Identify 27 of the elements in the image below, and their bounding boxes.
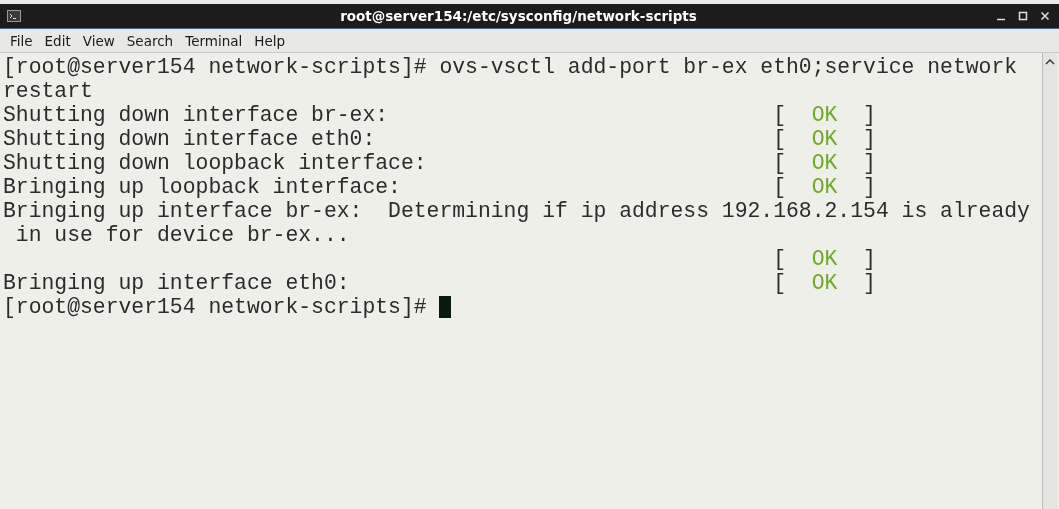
terminal-line: [root@server154 network-scripts]# ovs-vsctl add-port br-ex eth0;service network [3, 55, 1018, 79]
close-button[interactable] [1040, 11, 1050, 21]
status-marker: [ OK ] [773, 247, 876, 271]
terminal-line: Shutting down interface br-ex: [3, 103, 390, 127]
terminal-line: Bringing up interface eth0: [3, 271, 351, 295]
menu-item[interactable]: Help [248, 32, 292, 49]
menu-item[interactable]: Edit [38, 32, 77, 49]
status-marker: [ OK ] [773, 127, 876, 151]
status-marker: [ OK ] [773, 103, 876, 127]
maximize-button[interactable] [1018, 11, 1028, 21]
menu-item[interactable]: File [4, 32, 39, 49]
menu-item[interactable]: Terminal [179, 32, 249, 49]
status-marker: [ OK ] [773, 175, 876, 199]
menu-item[interactable]: View [76, 32, 121, 49]
terminal-line: [root@server154 network-scripts]# [3, 295, 428, 319]
terminal-line: restart [3, 79, 93, 103]
status-marker: [ OK ] [773, 151, 876, 175]
menu-item[interactable]: Search [120, 32, 180, 49]
scrollbar[interactable] [1042, 53, 1057, 509]
window-title: root@server154:/etc/sysconfig/network-scripts [339, 8, 698, 24]
terminal-line: in use for device br-ex... [14, 223, 350, 247]
terminal-line: Shutting down loopback interface: [3, 151, 428, 175]
status-marker: [ OK ] [773, 271, 876, 295]
terminal-line: Shutting down interface eth0: [3, 127, 377, 151]
terminal-line: Bringing up loopback interface: [3, 175, 402, 199]
terminal-icon [7, 10, 21, 22]
terminal-line: Bringing up interface br-ex: Determining if ip address 192.168.2.154 is already [3, 199, 1030, 223]
